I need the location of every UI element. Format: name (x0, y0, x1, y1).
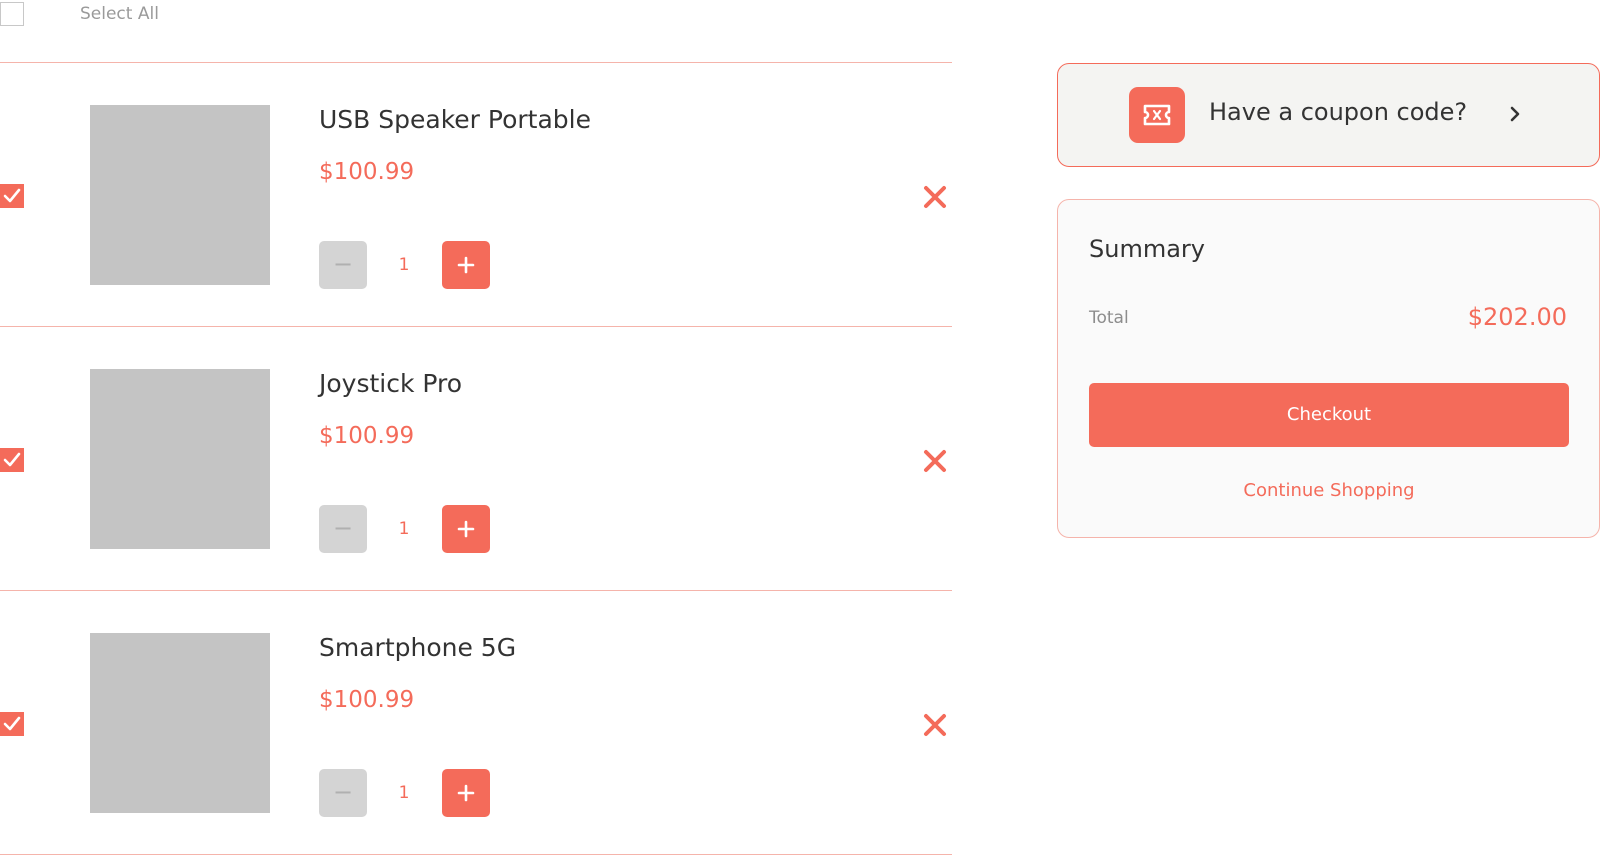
cart-item: Smartphone 5G $100.99 − 1 (0, 591, 952, 855)
total-label: Total (1089, 308, 1129, 328)
total-value: $202.00 (1467, 303, 1567, 331)
quantity-increase-button[interactable] (442, 241, 490, 289)
plus-icon (457, 784, 475, 802)
quantity-decrease-button[interactable]: − (319, 241, 367, 289)
summary-title: Summary (1089, 235, 1205, 263)
plus-icon (457, 256, 475, 274)
order-summary: Summary Total $202.00 Checkout Continue … (1057, 199, 1600, 538)
item-checkbox[interactable] (0, 184, 24, 208)
quantity-decrease-button[interactable]: − (319, 505, 367, 553)
quantity-decrease-button[interactable]: − (319, 769, 367, 817)
cart-item: Joystick Pro $100.99 − 1 (0, 327, 952, 591)
coupon-label: Have a coupon code? (1209, 98, 1468, 126)
quantity-value: 1 (398, 783, 410, 803)
product-name[interactable]: Joystick Pro (319, 369, 462, 398)
coupon-icon-badge (1129, 87, 1185, 143)
remove-item-button[interactable] (922, 448, 948, 474)
quantity-value: 1 (398, 519, 410, 539)
select-all-label: Select All (80, 4, 159, 24)
quantity-increase-button[interactable] (442, 769, 490, 817)
checkmark-icon (3, 716, 21, 731)
item-checkbox[interactable] (0, 712, 24, 736)
quantity-value: 1 (398, 255, 410, 275)
item-checkbox[interactable] (0, 448, 24, 472)
chevron-right-icon (1510, 106, 1520, 122)
close-icon (924, 186, 946, 208)
close-icon (924, 714, 946, 736)
product-name[interactable]: USB Speaker Portable (319, 105, 591, 134)
checkmark-icon (3, 188, 21, 203)
checkout-button[interactable]: Checkout (1089, 383, 1569, 447)
cart-list: USB Speaker Portable $100.99 − 1 Joystic… (0, 63, 952, 855)
product-image[interactable] (90, 369, 270, 549)
quantity-increase-button[interactable] (442, 505, 490, 553)
select-all-bar: Select All (0, 0, 952, 63)
product-image[interactable] (90, 633, 270, 813)
continue-shopping-link[interactable]: Continue Shopping (1089, 480, 1569, 501)
remove-item-button[interactable] (922, 184, 948, 210)
product-name[interactable]: Smartphone 5G (319, 633, 516, 662)
checkmark-icon (3, 452, 21, 467)
product-price: $100.99 (319, 687, 415, 713)
product-image[interactable] (90, 105, 270, 285)
cart-item: USB Speaker Portable $100.99 − 1 (0, 63, 952, 327)
close-icon (924, 450, 946, 472)
remove-item-button[interactable] (922, 712, 948, 738)
ticket-icon (1143, 104, 1171, 126)
product-price: $100.99 (319, 423, 415, 449)
product-price: $100.99 (319, 159, 415, 185)
coupon-card[interactable]: Have a coupon code? (1057, 63, 1600, 167)
select-all-checkbox[interactable] (0, 2, 24, 26)
plus-icon (457, 520, 475, 538)
